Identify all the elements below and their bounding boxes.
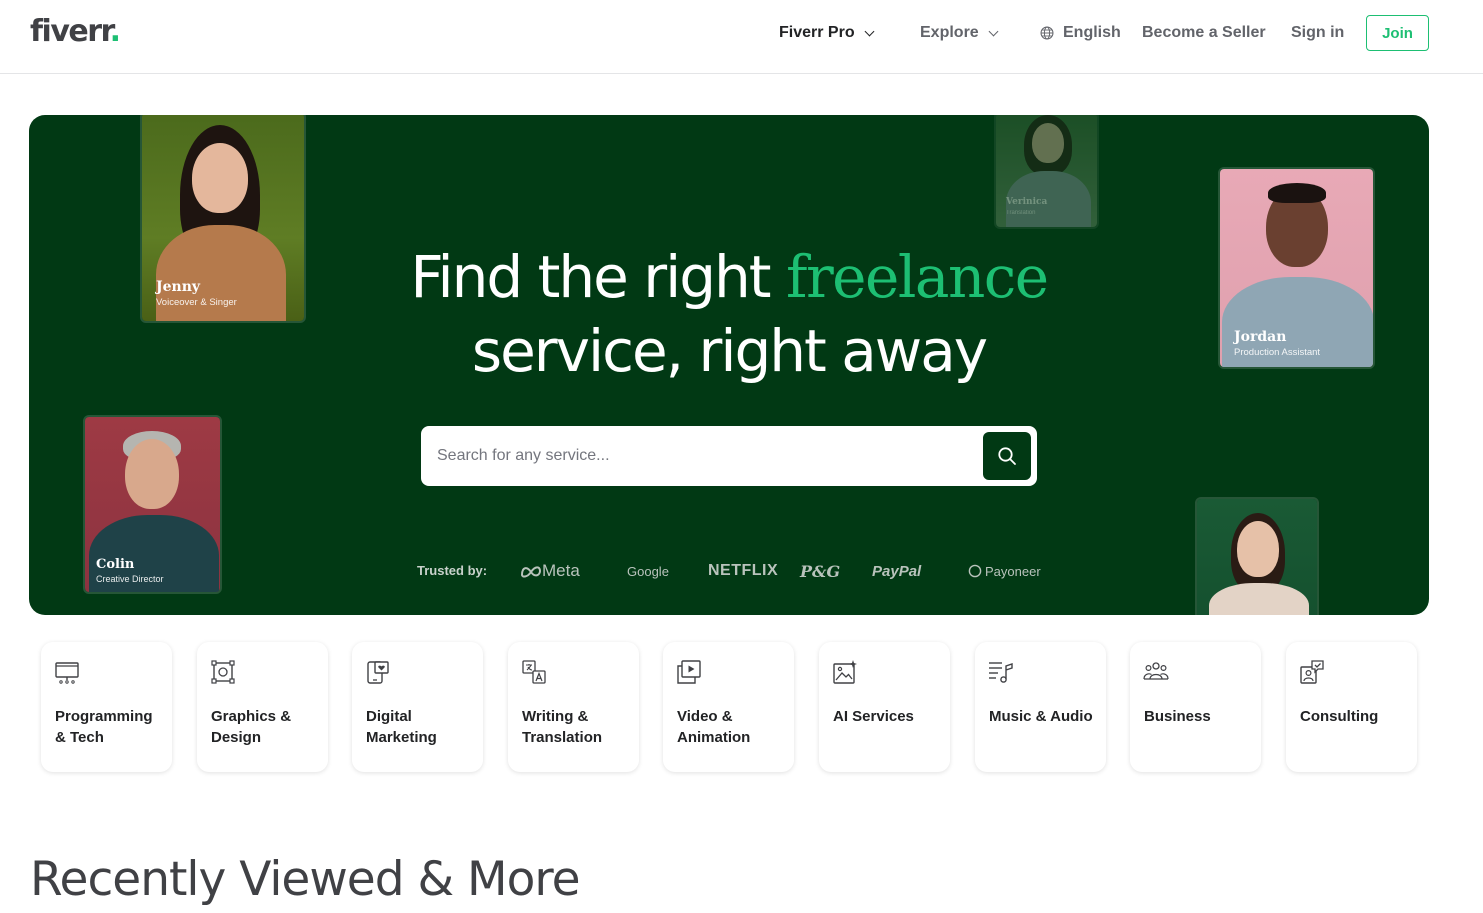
category-label: Business	[1144, 708, 1211, 725]
nav-language-label: English	[1063, 24, 1121, 41]
freelancer-card-verinica: Verinica Translation	[994, 115, 1099, 229]
payoneer-logo-icon	[968, 564, 982, 578]
freelancer-card-partial	[1195, 497, 1319, 615]
nav-fiverr-pro[interactable]: Fiverr Pro	[779, 22, 875, 44]
category-label: Video & Animation	[677, 708, 751, 746]
category-video-animation[interactable]: Video & Animation	[663, 642, 794, 772]
search-icon	[998, 447, 1016, 465]
brand-pg: P&G	[800, 561, 841, 581]
nav-become-seller[interactable]: Become a Seller	[1142, 22, 1266, 44]
brand-paypal: PayPal	[872, 562, 922, 580]
freelancer-name: Verinica	[1006, 197, 1048, 207]
category-business[interactable]: Business	[1130, 642, 1261, 772]
brand-netflix: NETFLIX	[708, 562, 779, 579]
category-label: Music & Audio	[989, 708, 1093, 725]
trusted-by-label: Trusted by:	[417, 563, 488, 578]
site-header: fiverr. Fiverr Pro Explore English Becom…	[0, 0, 1483, 74]
globe-icon	[1040, 26, 1054, 40]
category-graphics-design[interactable]: Graphics & Design	[197, 642, 328, 772]
brand-google: Google	[627, 563, 669, 579]
search-input[interactable]	[437, 426, 977, 486]
category-label: Graphics & Design	[211, 708, 292, 746]
hero-banner: Jenny Voiceover & Singer Verinica Transl…	[29, 115, 1429, 615]
category-label: AI Services	[833, 708, 914, 725]
category-writing-translation[interactable]: Writing & Translation	[508, 642, 639, 772]
category-label: Writing & Translation	[522, 708, 603, 746]
category-music-audio[interactable]: Music & Audio	[975, 642, 1106, 772]
brand-meta: Meta	[520, 560, 580, 582]
monitor-icon	[55, 662, 79, 684]
fiverr-logo[interactable]: fiverr.	[30, 14, 121, 49]
category-programming-tech[interactable]: Programming & Tech	[41, 642, 172, 772]
ai-image-icon	[833, 660, 857, 684]
phone-heart-icon	[367, 661, 389, 684]
hero-title: Find the right freelance service, right …	[410, 243, 1049, 385]
video-play-icon	[677, 660, 701, 684]
category-label: Consulting	[1300, 708, 1379, 725]
category-digital-marketing[interactable]: Digital Marketing	[352, 642, 483, 772]
join-button[interactable]: Join	[1366, 15, 1429, 51]
design-frame-icon	[211, 660, 235, 684]
people-icon	[1143, 662, 1169, 680]
nav-explore[interactable]: Explore	[920, 22, 999, 44]
translate-icon	[522, 660, 546, 684]
category-label: Programming & Tech	[55, 708, 153, 746]
search-bar	[421, 426, 1037, 486]
nav-explore-label: Explore	[920, 24, 979, 41]
chevron-down-icon	[988, 26, 999, 36]
brand-payoneer: Payoneer	[968, 560, 1041, 582]
music-note-icon	[989, 662, 1013, 683]
nav-fiverr-pro-label: Fiverr Pro	[779, 24, 855, 41]
meta-logo-icon	[520, 566, 542, 578]
consulting-chat-icon	[1300, 660, 1324, 684]
trusted-by-row: Trusted by: Meta Google NETFLIX P&G PayP…	[29, 560, 1429, 582]
hero-title-accent: freelance	[785, 243, 1049, 311]
search-button[interactable]	[983, 432, 1031, 480]
section-title: Recently Viewed & More	[30, 852, 581, 907]
nav-sign-in[interactable]: Sign in	[1291, 22, 1344, 44]
category-ai-services[interactable]: AI Services	[819, 642, 950, 772]
category-label: Digital Marketing	[366, 708, 437, 746]
chevron-down-icon	[864, 26, 875, 36]
nav-language[interactable]: English	[1040, 22, 1121, 44]
category-consulting[interactable]: Consulting	[1286, 642, 1417, 772]
freelancer-role: Translation	[1006, 210, 1036, 216]
